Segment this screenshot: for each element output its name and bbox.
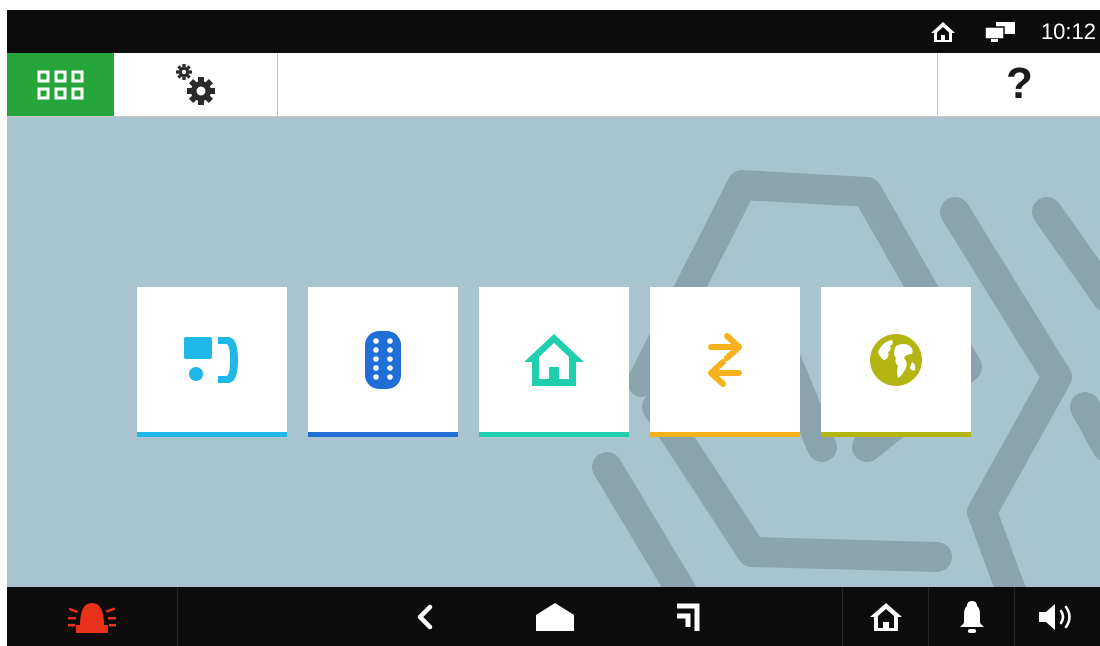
back-icon [417,604,433,629]
grid-icon [37,70,84,100]
home-nav-button[interactable] [525,587,585,646]
tile-accent-bar [479,432,629,437]
intercom-handset-icon [184,337,238,383]
bell-button[interactable] [929,587,1014,646]
speaker-icon [1038,603,1071,630]
alarm-icon [68,602,116,633]
home-status-icon [930,21,956,48]
recent-apps-button[interactable] [657,587,717,646]
header-title-area [278,53,937,116]
screen: 10:12 ? [7,10,1100,646]
apps-button[interactable] [7,53,114,116]
help-icon: ? [1006,59,1033,108]
navigation-bar [7,587,1100,646]
home-screen [7,117,1100,587]
tile-home[interactable] [479,287,629,437]
gears-icon [176,64,215,105]
tile-transfer[interactable] [650,287,800,437]
tile-intercom[interactable] [137,287,287,437]
tile-accent-bar [821,432,971,437]
help-button[interactable]: ? [937,53,1100,116]
tile-remote[interactable] [308,287,458,437]
network-status-icon [984,21,1016,48]
tile-accent-bar [650,432,800,437]
volume-button[interactable] [1015,587,1100,646]
house-icon [869,602,902,631]
alarm-button[interactable] [7,587,177,646]
tile-accent-bar [137,432,287,437]
recent-apps-icon [677,603,700,631]
header: ? [7,53,1100,117]
status-bar: 10:12 [7,10,1100,53]
home-icon [536,602,574,631]
house-icon [524,334,584,386]
globe-icon [870,334,922,386]
status-time: 10:12 [1040,19,1096,44]
house-shortcut-button[interactable] [843,587,928,646]
swap-arrows-icon [708,333,742,387]
tile-accent-bar [308,432,458,437]
tile-web[interactable] [821,287,971,437]
remote-control-icon [365,331,401,389]
back-button[interactable] [395,587,455,646]
settings-button[interactable] [114,53,278,116]
bell-icon [959,600,984,633]
